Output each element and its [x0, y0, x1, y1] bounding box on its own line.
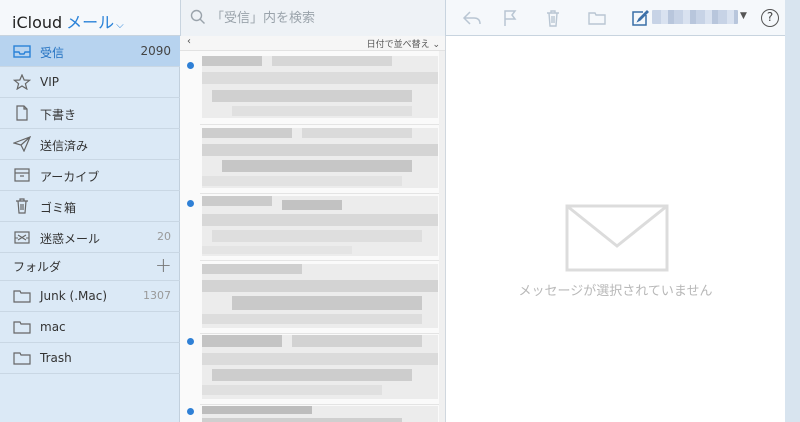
sidebar: 受信 2090 VIP 下書き 送信済み アーカイブ ゴミ箱 迷惑メール 20 … [0, 36, 180, 422]
sidebar-item-label: 送信済み [40, 139, 89, 153]
sidebar-item-folder-junk-mac[interactable]: Junk (.Mac) 1307 [0, 281, 180, 312]
sidebar-item-label: アーカイブ [40, 170, 100, 184]
unread-count: 20 [157, 230, 171, 243]
chevron-down-icon: ▼ [740, 11, 747, 21]
search-icon [190, 9, 205, 24]
unread-count: 2090 [140, 44, 171, 58]
search-input[interactable] [211, 8, 431, 28]
sidebar-item-label: Trash [40, 351, 72, 365]
inbox-icon [13, 45, 31, 58]
delete-button[interactable] [542, 7, 564, 29]
list-header: ‹ 日付で並べ替え ⌄ [180, 36, 445, 51]
search-box [180, 0, 446, 36]
sidebar-item-folder-trash[interactable]: Trash [0, 343, 180, 374]
star-icon [13, 74, 31, 90]
sidebar-item-label: mac [40, 320, 66, 334]
sidebar-item-label: 受信 [40, 46, 65, 60]
sidebar-item-folder-mac[interactable]: mac [0, 312, 180, 343]
reading-pane: メッセージが選択されていません [446, 36, 785, 422]
move-to-folder-button[interactable] [586, 7, 608, 29]
junk-box-icon [14, 231, 30, 244]
list-item[interactable] [202, 335, 438, 399]
list-item[interactable] [202, 56, 438, 118]
sidebar-item-label: 下書き [40, 108, 77, 122]
trash-icon [547, 10, 559, 27]
account-menu[interactable] [652, 10, 738, 24]
folder-icon [588, 12, 606, 25]
folders-header: フォルダ + [0, 250, 180, 281]
sidebar-item-vip[interactable]: VIP [0, 67, 180, 98]
folder-icon [13, 290, 31, 303]
help-button[interactable]: ? [761, 9, 779, 27]
envelope-icon [565, 204, 669, 272]
folders-heading: フォルダ [13, 260, 62, 274]
flag-button[interactable] [499, 7, 521, 29]
sidebar-item-archive[interactable]: アーカイブ [0, 160, 180, 191]
reply-icon [462, 11, 481, 25]
compose-icon [632, 10, 649, 26]
list-item[interactable] [202, 406, 438, 422]
sidebar-item-label: 迷惑メール [40, 232, 101, 246]
window-edge [785, 0, 800, 422]
folder-icon [13, 321, 31, 334]
folder-icon [13, 352, 31, 365]
sidebar-item-label: Junk (.Mac) [40, 289, 107, 303]
document-icon [16, 105, 28, 121]
unread-dot-icon [187, 200, 194, 207]
flag-icon [504, 10, 517, 26]
sidebar-item-label: ゴミ箱 [40, 201, 77, 215]
brand-label: iCloud [12, 13, 63, 32]
archive-box-icon [14, 168, 30, 182]
sidebar-item-sent[interactable]: 送信済み [0, 129, 180, 160]
sidebar-item-inbox[interactable]: 受信 2090 [0, 36, 180, 67]
list-item[interactable] [202, 128, 438, 188]
add-folder-icon[interactable]: + [155, 253, 172, 277]
unread-dot-icon [187, 408, 194, 415]
unread-dot-icon [187, 62, 194, 69]
list-item[interactable] [202, 196, 438, 256]
scrollbar[interactable] [439, 51, 445, 422]
sidebar-item-drafts[interactable]: 下書き [0, 98, 180, 129]
unread-dot-icon [187, 338, 194, 345]
compose-button[interactable] [629, 7, 651, 29]
chevron-down-icon: ⌵ [116, 20, 124, 31]
list-item[interactable] [202, 264, 438, 328]
unread-count: 1307 [143, 289, 171, 302]
no-message-selected-label: メッセージが選択されていません [518, 284, 713, 299]
sidebar-item-label: VIP [40, 75, 59, 89]
top-bar: iCloudメール⌵ ▼ ? [0, 0, 800, 36]
message-list: ‹ 日付で並べ替え ⌄ [180, 36, 446, 422]
paper-plane-icon [13, 136, 31, 152]
chevron-left-icon[interactable]: ‹ [187, 36, 191, 47]
sidebar-item-trash[interactable]: ゴミ箱 [0, 191, 180, 222]
sort-menu[interactable]: 日付で並べ替え ⌄ [367, 37, 440, 50]
sidebar-item-junk[interactable]: 迷惑メール 20 [0, 222, 180, 253]
reply-button[interactable] [461, 7, 483, 29]
app-switcher[interactable]: iCloud メール ⌵ [12, 9, 124, 33]
trash-icon [16, 198, 28, 214]
sort-label: 日付で並べ替え [366, 40, 430, 50]
app-name: メール [66, 13, 115, 32]
